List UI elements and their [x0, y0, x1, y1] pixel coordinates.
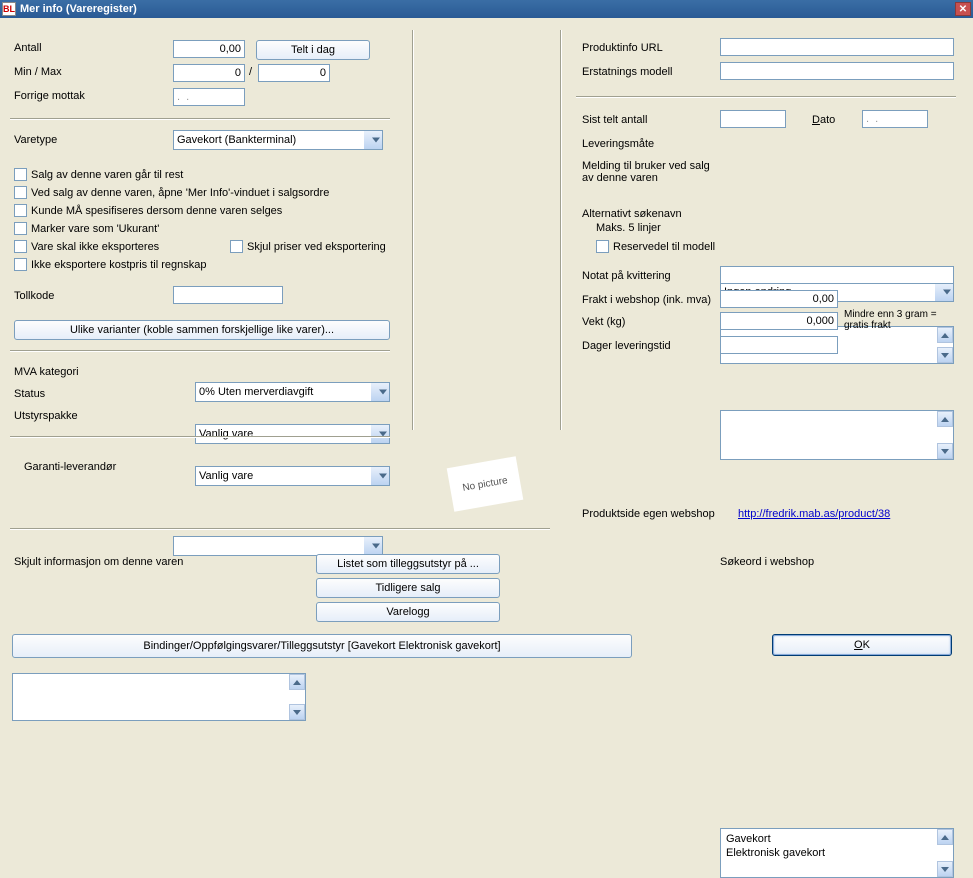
chk-skjulpriser[interactable] — [230, 240, 243, 253]
separator — [10, 118, 390, 120]
no-picture-placeholder: No picture — [447, 456, 524, 511]
chk-rest-label: Salg av denne varen går til rest — [31, 169, 183, 181]
chk-eksport[interactable] — [14, 240, 27, 253]
altnavn-textarea[interactable] — [720, 410, 954, 460]
varetype-select[interactable]: Gavekort (Bankterminal) — [173, 130, 383, 150]
frakt-label: Frakt i webshop (ink. mva) — [582, 294, 711, 306]
max-input[interactable] — [258, 64, 330, 82]
min-input[interactable] — [173, 64, 245, 82]
app-icon: BL — [2, 2, 16, 16]
altnavn-label: Alternativt søkenavn — [582, 208, 682, 220]
chk-reservedel[interactable] — [596, 240, 609, 253]
vekt-label: Vekt (kg) — [582, 316, 625, 328]
skjult-textarea[interactable] — [12, 673, 306, 721]
bindinger-button[interactable]: Bindinger/Oppfølgingsvarer/Tilleggsutsty… — [12, 634, 632, 658]
chk-eksport-label: Vare skal ikke eksporteres — [31, 241, 159, 253]
chk-kostpris-label: Ikke eksportere kostpris til regnskap — [31, 259, 206, 271]
antall-label: Antall — [14, 42, 42, 54]
varelogg-button[interactable]: Varelogg — [316, 602, 500, 622]
utstyr-label: Utstyrspakke — [14, 410, 78, 422]
mva-select[interactable]: 0% Uten merverdiavgift — [195, 382, 390, 402]
produktside-label: Produktside egen webshop — [582, 508, 715, 520]
window-title: Mer info (Vareregister) — [20, 3, 955, 15]
scroll-down-icon[interactable] — [937, 861, 953, 877]
ok-button[interactable]: OK — [772, 634, 952, 656]
produktside-link[interactable]: http://fredrik.mab.as/product/38 — [738, 508, 890, 520]
chk-merinfo[interactable] — [14, 186, 27, 199]
separator — [10, 528, 550, 530]
utstyr-select[interactable]: Vanlig vare — [195, 466, 390, 486]
dager-input[interactable] — [720, 336, 838, 354]
dato-label: Dato — [812, 114, 835, 126]
varianter-button[interactable]: Ulike varianter (koble sammen forskjelli… — [14, 320, 390, 340]
separator — [412, 30, 414, 430]
altnavn-sub-label: Maks. 5 linjer — [596, 222, 661, 234]
sist-telt-input[interactable] — [720, 110, 786, 128]
scroll-up-icon[interactable] — [937, 829, 953, 845]
telt-i-dag-button[interactable]: Telt i dag — [256, 40, 370, 60]
forrige-mottak-label: Forrige mottak — [14, 90, 85, 102]
scroll-down-icon[interactable] — [937, 347, 953, 363]
sist-telt-label: Sist telt antall — [582, 114, 647, 126]
scroll-down-icon[interactable] — [937, 443, 953, 459]
chk-skjulpriser-label: Skjul priser ved eksportering — [247, 241, 386, 253]
notat-label: Notat på kvittering — [582, 270, 671, 282]
tollkode-label: Tollkode — [14, 290, 54, 302]
vekt-hint: Mindre enn 3 gram = gratis frakt — [844, 309, 956, 331]
separator — [560, 30, 562, 430]
chk-kostpris[interactable] — [14, 258, 27, 271]
tidligere-salg-button[interactable]: Tidligere salg — [316, 578, 500, 598]
garanti-select[interactable] — [173, 536, 383, 556]
produktinfo-input[interactable] — [720, 38, 954, 56]
close-button[interactable]: ✕ — [955, 2, 971, 16]
slash-label: / — [249, 66, 252, 78]
separator — [10, 436, 390, 438]
titlebar: BL Mer info (Vareregister) ✕ — [0, 0, 973, 18]
sokeord-line: Elektronisk gavekort — [726, 846, 948, 860]
erstatning-input[interactable] — [720, 62, 954, 80]
status-label: Status — [14, 388, 45, 400]
frakt-input[interactable] — [720, 290, 838, 308]
forrige-mottak-input[interactable] — [173, 88, 245, 106]
chk-ukurant[interactable] — [14, 222, 27, 235]
garanti-label: Garanti-leverandør — [24, 461, 116, 473]
erstatning-label: Erstatnings modell — [582, 66, 673, 78]
separator — [10, 350, 390, 352]
levering-label: Leveringsmåte — [582, 138, 654, 150]
chk-rest[interactable] — [14, 168, 27, 181]
sokeord-textarea[interactable]: Gavekort Elektronisk gavekort — [720, 828, 954, 878]
produktinfo-label: Produktinfo URL — [582, 42, 663, 54]
chk-ukurant-label: Marker vare som 'Ukurant' — [31, 223, 159, 235]
tollkode-input[interactable] — [173, 286, 283, 304]
listet-button[interactable]: Listet som tilleggsutstyr på ... — [316, 554, 500, 574]
skjult-label: Skjult informasjon om denne varen — [14, 556, 183, 568]
sokeord-label: Søkeord i webshop — [720, 556, 814, 568]
dato-input[interactable] — [862, 110, 928, 128]
chk-kunde-label: Kunde MÅ spesifiseres dersom denne varen… — [31, 205, 282, 217]
notat-input[interactable] — [720, 266, 954, 284]
status-select[interactable]: Vanlig vare — [195, 424, 390, 444]
mva-label: MVA kategori — [14, 366, 79, 378]
chk-kunde[interactable] — [14, 204, 27, 217]
vekt-input[interactable] — [720, 312, 838, 330]
separator — [576, 96, 956, 98]
scroll-down-icon[interactable] — [289, 704, 305, 720]
scroll-up-icon[interactable] — [937, 411, 953, 427]
chk-merinfo-label: Ved salg av denne varen, åpne 'Mer Info'… — [31, 187, 329, 199]
chk-reservedel-label: Reservedel til modell — [613, 241, 715, 253]
scroll-up-icon[interactable] — [289, 674, 305, 690]
melding-label: Melding til bruker ved salg av denne var… — [582, 160, 712, 184]
antall-input[interactable] — [173, 40, 245, 58]
sokeord-line: Gavekort — [726, 832, 948, 846]
varetype-label: Varetype — [14, 134, 57, 146]
minmax-label: Min / Max — [14, 66, 62, 78]
dager-label: Dager leveringstid — [582, 340, 671, 352]
